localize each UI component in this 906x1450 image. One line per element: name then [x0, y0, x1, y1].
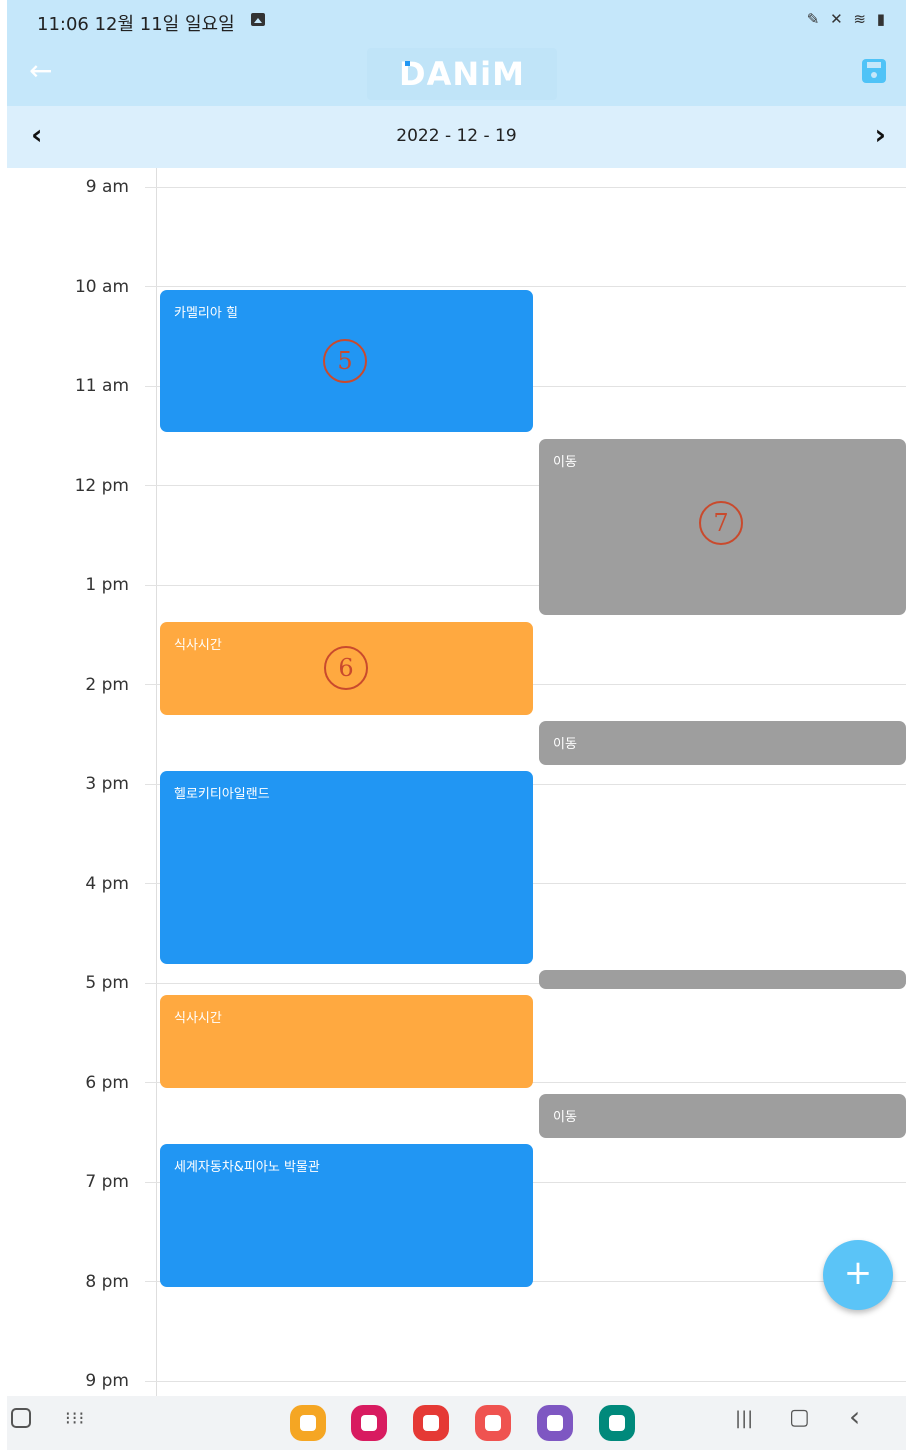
gallery-notification-icon	[251, 13, 265, 26]
status-bar: 11:06 12월 11일 일요일 ✎ ✕ ≋ ▮	[7, 0, 906, 42]
event-title: 이동	[553, 737, 577, 752]
system-status-icons: ✎ ✕ ≋ ▮	[806, 10, 888, 28]
recent-apps-icon[interactable]: |||	[735, 1408, 753, 1429]
hour-line	[145, 286, 906, 287]
hour-label: 1 pm	[85, 575, 129, 595]
hour-label: 9 pm	[85, 1371, 129, 1391]
hour-label: 5 pm	[85, 973, 129, 993]
my-files-app-icon[interactable]	[290, 1405, 326, 1441]
nav-back-icon[interactable]: ‹	[849, 1400, 860, 1433]
system-navigation-bar: ⁝⁝⁝ ||| ▢ ‹	[7, 1396, 906, 1450]
annotation-circle-6: 6	[324, 646, 368, 690]
status-time: 11:06 12월 11일 일요일	[37, 14, 235, 35]
event-title: 식사시간	[174, 638, 222, 653]
internet-app-icon[interactable]	[537, 1405, 573, 1441]
current-date: 2022 - 12 - 19	[396, 126, 517, 146]
annotation-circle-7: 7	[699, 501, 743, 545]
hour-label: 7 pm	[85, 1172, 129, 1192]
add-event-button[interactable]: +	[823, 1240, 893, 1310]
camera-app-icon[interactable]	[413, 1405, 449, 1441]
back-arrow-icon[interactable]: ←	[29, 56, 52, 86]
gallery-app-icon[interactable]	[351, 1405, 387, 1441]
event-move-4[interactable]: 이동	[539, 1094, 906, 1138]
hour-label: 2 pm	[85, 675, 129, 695]
hour-label: 4 pm	[85, 874, 129, 894]
notes-app-icon[interactable]	[475, 1405, 511, 1441]
hour-label: 6 pm	[85, 1073, 129, 1093]
app-logo: DANiM	[367, 48, 557, 100]
save-icon[interactable]	[862, 59, 886, 83]
hour-line	[145, 1381, 906, 1382]
event-car-piano-museum[interactable]: 세계자동차&피아노 박물관	[160, 1144, 533, 1287]
hour-label: 3 pm	[85, 774, 129, 794]
annotation-circle-5: 5	[323, 339, 367, 383]
logo-text: DANiM	[399, 55, 525, 93]
event-move-2[interactable]: 이동	[539, 721, 906, 765]
apps-grid-icon[interactable]: ⁝⁝⁝	[65, 1408, 85, 1429]
hour-label: 12 pm	[74, 476, 129, 496]
logo-dot	[405, 61, 410, 66]
hour-label: 8 pm	[85, 1272, 129, 1292]
date-navigator: ‹ 2022 - 12 - 19 ›	[7, 106, 906, 168]
event-title: 이동	[553, 455, 577, 470]
app-bar: ← DANiM	[7, 42, 906, 106]
event-meal-2[interactable]: 식사시간	[160, 995, 533, 1088]
hour-label: 9 am	[85, 177, 129, 197]
event-move-3[interactable]	[539, 970, 906, 989]
recent-app-dock-icon[interactable]	[11, 1408, 31, 1428]
event-title: 식사시간	[174, 1011, 222, 1026]
app-frame: 11:06 12월 11일 일요일 ✎ ✕ ≋ ▮ ← DANiM ‹ 2022…	[7, 0, 906, 1450]
day-schedule[interactable]: 9 am 10 am 11 am 12 pm 1 pm 2 pm 3 pm 4 …	[7, 168, 906, 1396]
event-title: 카멜리아 힐	[174, 306, 238, 321]
hour-line	[145, 187, 906, 188]
event-hello-kitty-island[interactable]: 헬로키티아일랜드	[160, 771, 533, 964]
event-title: 헬로키티아일랜드	[174, 787, 270, 802]
event-title: 세계자동차&피아노 박물관	[174, 1160, 320, 1175]
next-day-chevron-icon[interactable]: ›	[874, 120, 886, 150]
event-title: 이동	[553, 1110, 577, 1125]
hour-label: 11 am	[74, 376, 129, 396]
time-gutter-divider	[156, 168, 157, 1396]
home-icon[interactable]: ▢	[789, 1405, 810, 1430]
calendar-app-icon[interactable]	[599, 1405, 635, 1441]
hour-label: 10 am	[74, 277, 129, 297]
